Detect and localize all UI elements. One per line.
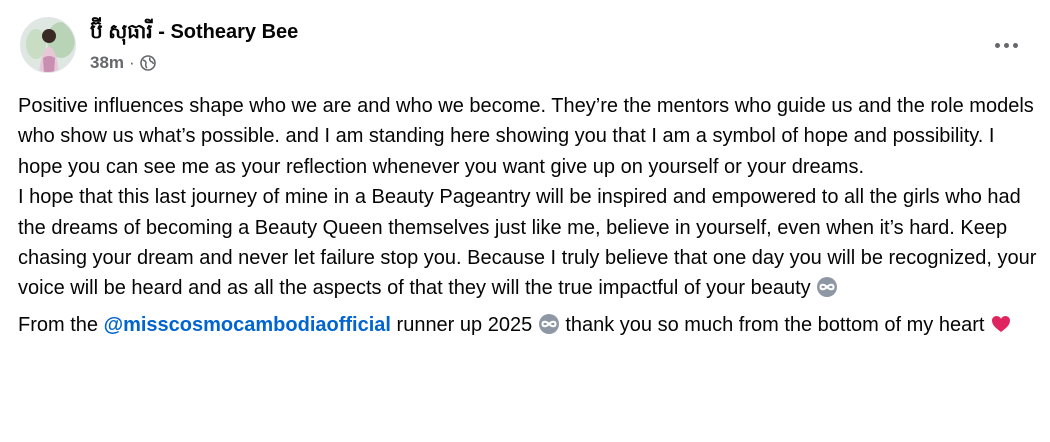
mention-link[interactable]: @misscosmocambodiaofficial: [104, 314, 391, 336]
post-text-part: I hope that this last journey of mine in…: [18, 186, 1037, 300]
post-timestamp[interactable]: 38m: [90, 52, 124, 74]
infinity-emoji: [816, 276, 838, 298]
post-text-part: thank you so much from the bottom of my …: [565, 313, 985, 336]
post-paragraph: Positive influences shape who we are and…: [18, 91, 1038, 304]
post-text-part: From the: [18, 313, 99, 336]
post-body: Positive influences shape who we are and…: [18, 91, 1038, 340]
globe-icon[interactable]: [139, 55, 156, 71]
post-paragraph: From the @misscosmocambodiaofficial runn…: [18, 310, 1038, 340]
red-heart-emoji: [990, 313, 1012, 335]
author-avatar[interactable]: [20, 17, 76, 73]
more-horizontal-icon[interactable]: [986, 31, 1026, 59]
facebook-post: ប៊ី សុធារី - Sotheary Bee 38m · Positive…: [0, 0, 1050, 442]
author-name[interactable]: ប៊ី សុធារី - Sotheary Bee: [90, 18, 298, 46]
infinity-emoji: [538, 313, 560, 335]
post-text-part: Positive influences shape who we are and…: [18, 95, 1034, 178]
meta-separator: ·: [129, 53, 135, 72]
post-text-part: runner up 2025: [396, 313, 533, 336]
post-meta: 38m ·: [90, 52, 156, 74]
